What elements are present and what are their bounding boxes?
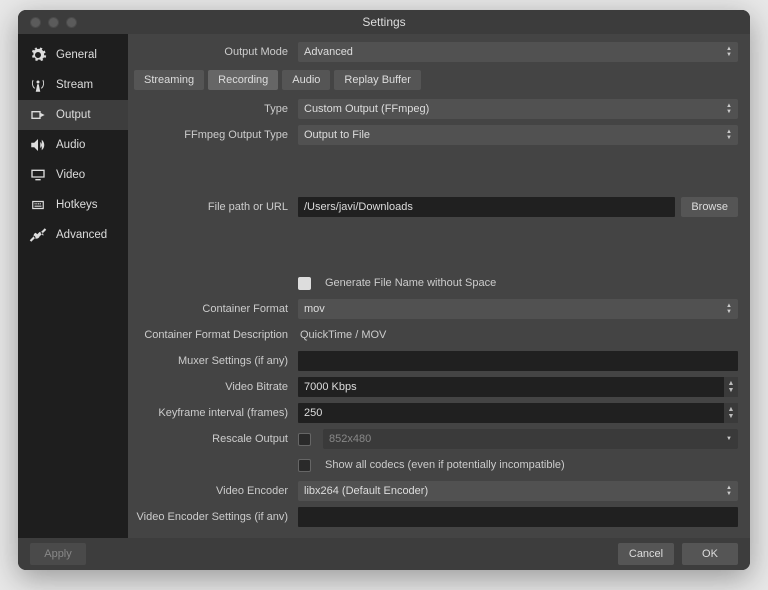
antenna-icon <box>28 76 48 94</box>
rescale-select[interactable]: 852x480▼ <box>323 429 738 449</box>
output-icon <box>28 106 48 124</box>
generate-no-space-checkbox[interactable] <box>298 277 311 290</box>
file-path-label: File path or URL <box>128 201 298 213</box>
output-mode-label: Output Mode <box>128 46 298 58</box>
sidebar-item-stream[interactable]: Stream <box>18 70 128 100</box>
container-format-select[interactable]: mov▲▼ <box>298 299 738 319</box>
rescale-label: Rescale Output <box>128 433 298 445</box>
output-mode-row: Output Mode Advanced ▲▼ <box>128 42 750 62</box>
recording-form: Type Custom Output (FFmpeg)▲▼ FFmpeg Out… <box>128 90 750 538</box>
zoom-icon[interactable] <box>66 17 77 28</box>
browse-button[interactable]: Browse <box>681 197 738 217</box>
sidebar-item-hotkeys[interactable]: Hotkeys <box>18 190 128 220</box>
keyboard-icon <box>28 196 48 214</box>
sidebar-item-label: Audio <box>56 139 85 151</box>
output-mode-select[interactable]: Advanced ▲▼ <box>298 42 738 62</box>
type-select[interactable]: Custom Output (FFmpeg)▲▼ <box>298 99 738 119</box>
window-controls <box>18 17 77 28</box>
sidebar-item-advanced[interactable]: Advanced <box>18 220 128 250</box>
tab-recording[interactable]: Recording <box>208 70 278 90</box>
generate-no-space-label: Generate File Name without Space <box>323 277 496 289</box>
stepper-icon[interactable]: ▲▼ <box>724 377 738 397</box>
video-bitrate-label: Video Bitrate <box>128 381 298 393</box>
file-path-input[interactable] <box>298 197 675 217</box>
tab-audio[interactable]: Audio <box>282 70 330 90</box>
sidebar-item-label: General <box>56 49 97 61</box>
sidebar-item-audio[interactable]: Audio <box>18 130 128 160</box>
cancel-button[interactable]: Cancel <box>618 543 674 565</box>
keyframe-interval-input[interactable]: ▲▼ <box>298 403 738 423</box>
chevron-down-icon: ▼ <box>723 429 735 449</box>
settings-window: Settings General Stream Output Audio Vid <box>18 10 750 570</box>
sidebar-item-general[interactable]: General <box>18 40 128 70</box>
video-encoder-select[interactable]: libx264 (Default Encoder)▲▼ <box>298 481 738 501</box>
monitor-icon <box>28 166 48 184</box>
tab-streaming[interactable]: Streaming <box>134 70 204 90</box>
container-desc-label: Container Format Description <box>128 329 298 341</box>
muxer-label: Muxer Settings (if any) <box>128 355 298 367</box>
apply-button[interactable]: Apply <box>30 543 86 565</box>
video-bitrate-input[interactable]: ▲▼ <box>298 377 738 397</box>
ffmpeg-output-type-select[interactable]: Output to File▲▼ <box>298 125 738 145</box>
sidebar-item-label: Video <box>56 169 85 181</box>
output-tabs: Streaming Recording Audio Replay Buffer <box>128 70 750 90</box>
type-label: Type <box>128 103 298 115</box>
video-encoder-label: Video Encoder <box>128 485 298 497</box>
container-format-label: Container Format <box>128 303 298 315</box>
main-panel: Output Mode Advanced ▲▼ Streaming Record… <box>128 34 750 538</box>
sidebar-item-label: Output <box>56 109 91 121</box>
chevron-updown-icon: ▲▼ <box>723 299 735 319</box>
chevron-updown-icon: ▲▼ <box>723 42 735 62</box>
sidebar-item-label: Hotkeys <box>56 199 98 211</box>
minimize-icon[interactable] <box>48 17 59 28</box>
speaker-icon <box>28 136 48 154</box>
container-desc-value: QuickTime / MOV <box>298 329 386 341</box>
rescale-checkbox[interactable] <box>298 433 311 446</box>
sidebar-item-label: Advanced <box>56 229 107 241</box>
muxer-input[interactable] <box>298 351 738 371</box>
footer: Apply Cancel OK <box>18 538 750 570</box>
video-encoder-settings-input[interactable] <box>298 507 738 527</box>
sidebar-item-video[interactable]: Video <box>18 160 128 190</box>
sidebar-item-label: Stream <box>56 79 93 91</box>
titlebar: Settings <box>18 10 750 34</box>
chevron-updown-icon: ▲▼ <box>723 99 735 119</box>
video-encoder-settings-label: Video Encoder Settings (if anv) <box>128 511 298 523</box>
sidebar: General Stream Output Audio Video Hotkey… <box>18 34 128 538</box>
show-all-codecs-label: Show all codecs (even if potentially inc… <box>323 459 565 471</box>
window-title: Settings <box>18 15 750 29</box>
close-icon[interactable] <box>30 17 41 28</box>
sidebar-item-output[interactable]: Output <box>18 100 128 130</box>
show-all-codecs-checkbox[interactable] <box>298 459 311 472</box>
chevron-updown-icon: ▲▼ <box>723 481 735 501</box>
ok-button[interactable]: OK <box>682 543 738 565</box>
tools-icon <box>28 226 48 244</box>
keyframe-interval-label: Keyframe interval (frames) <box>128 407 298 419</box>
tab-replay-buffer[interactable]: Replay Buffer <box>334 70 420 90</box>
ffmpeg-output-type-label: FFmpeg Output Type <box>128 129 298 141</box>
chevron-updown-icon: ▲▼ <box>723 125 735 145</box>
gear-icon <box>28 46 48 64</box>
stepper-icon[interactable]: ▲▼ <box>724 403 738 423</box>
window-body: General Stream Output Audio Video Hotkey… <box>18 34 750 538</box>
